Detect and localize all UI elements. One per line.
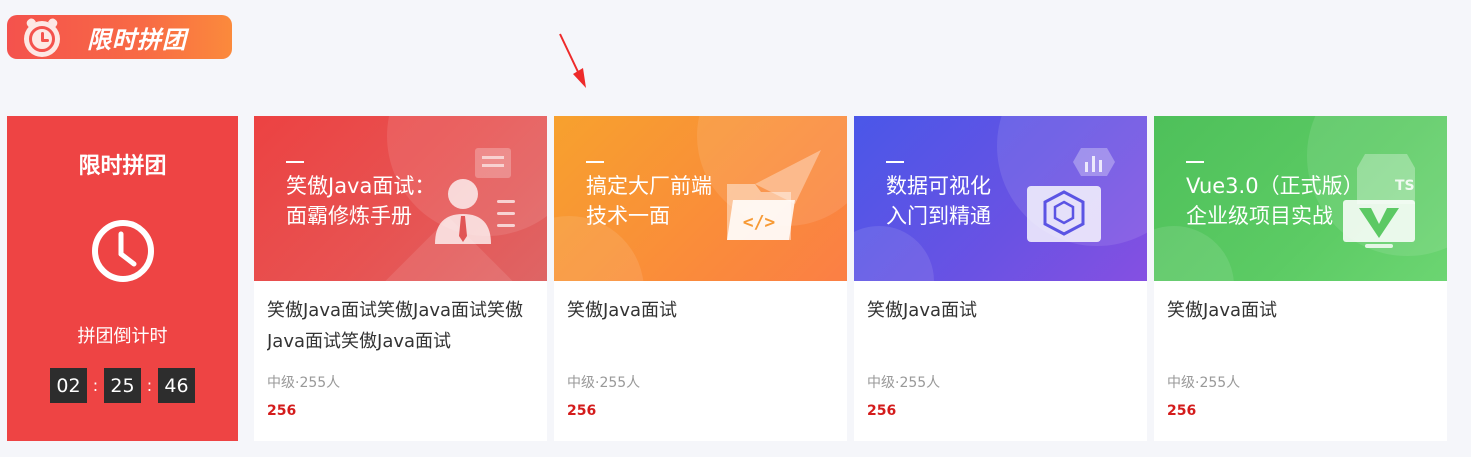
clock-icon (91, 220, 154, 282)
countdown-timer: 02 : 25 : 46 (50, 368, 195, 403)
arrow-pointer-icon (559, 33, 586, 88)
code-folder-icon: </> (727, 150, 821, 240)
course-title[interactable]: 笑傲Java面试 (867, 295, 1147, 357)
vue-monitor-icon: TS (1343, 154, 1415, 248)
alarm-clock-icon (7, 15, 75, 59)
interviewer-icon (435, 148, 515, 244)
section-title: 限时拼团 (87, 25, 187, 54)
course-banner[interactable]: Vue3.0（正式版） 企业级项目实战 TS (1154, 116, 1447, 281)
timer-hours: 02 (50, 368, 87, 403)
data-cube-icon (1027, 148, 1115, 242)
timer-separator: : (92, 376, 99, 395)
course-price: 256 (267, 403, 297, 419)
banner-line: 搞定大厂前端 (586, 174, 712, 198)
timer-seconds: 46 (158, 368, 195, 403)
timer-minutes: 25 (104, 368, 141, 403)
course-banner[interactable]: 搞定大厂前端 技术一面 </> (554, 116, 847, 281)
course-price: 256 (867, 403, 897, 419)
section-header-badge: 限时拼团 (7, 15, 232, 59)
banner-line: 技术一面 (586, 204, 670, 228)
svg-text:</>: </> (743, 212, 776, 233)
timer-separator: : (146, 376, 153, 395)
course-meta: 中级·255人 (567, 375, 641, 391)
countdown-title: 限时拼团 (78, 154, 167, 179)
svg-text:TS: TS (1395, 178, 1415, 194)
banner-line: 数据可视化 (886, 174, 991, 198)
banner-line: 面霸修炼手册 (286, 204, 412, 228)
countdown-label: 拼团倒计时 (77, 326, 168, 347)
countdown-panel: 限时拼团 拼团倒计时 02 : 25 : 46 (7, 116, 238, 441)
course-price: 256 (567, 403, 597, 419)
course-banner[interactable]: 数据可视化 入门到精通 (854, 116, 1147, 281)
course-price: 256 (1167, 403, 1197, 419)
banner-line: 入门到精通 (886, 204, 991, 228)
course-card[interactable]: 搞定大厂前端 技术一面 </> 笑傲Java面试 中级·255人 256 (554, 116, 847, 441)
course-banner[interactable]: 笑傲Java面试： 面霸修炼手册 (254, 116, 547, 281)
course-title[interactable]: 笑傲Java面试笑傲Java面试笑傲Java面试笑傲Java面试 (267, 295, 547, 357)
course-meta: 中级·255人 (267, 375, 341, 391)
course-card[interactable]: 笑傲Java面试： 面霸修炼手册 笑傲Java面试笑傲Java面试笑傲Java面… (254, 116, 547, 441)
course-title[interactable]: 笑傲Java面试 (567, 295, 847, 357)
course-meta: 中级·255人 (867, 375, 941, 391)
course-card[interactable]: 数据可视化 入门到精通 笑傲Java面试 中级·255人 256 (854, 116, 1147, 441)
course-meta: 中级·255人 (1167, 375, 1241, 391)
banner-line: 笑傲Java面试： (286, 174, 436, 198)
course-title[interactable]: 笑傲Java面试 (1167, 295, 1447, 357)
course-card[interactable]: Vue3.0（正式版） 企业级项目实战 TS 笑傲Java面试 中级·255人 … (1154, 116, 1447, 441)
